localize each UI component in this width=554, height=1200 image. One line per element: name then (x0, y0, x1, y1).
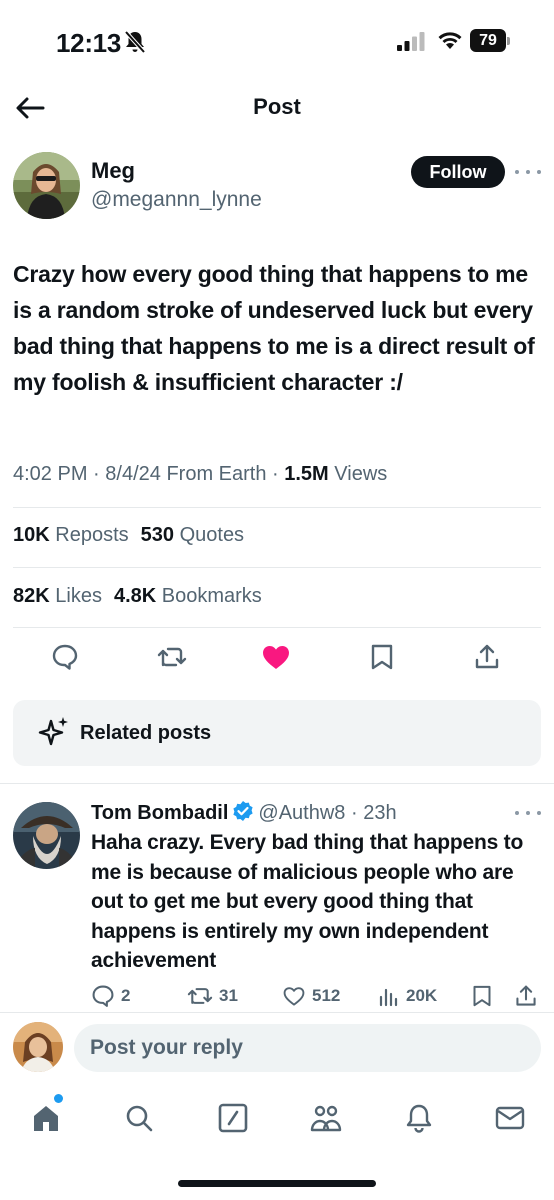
wifi-icon (438, 32, 462, 49)
bell-slash-icon (124, 30, 146, 54)
like-icon[interactable] (259, 640, 293, 674)
home-indicator (178, 1180, 376, 1187)
author-avatar[interactable] (13, 152, 80, 219)
tab-grok[interactable] (213, 1098, 253, 1138)
bookmark-icon[interactable] (365, 640, 399, 674)
battery-icon: 79 (470, 29, 510, 52)
reply-composer: Post your reply (0, 1012, 554, 1082)
reply-views-count: 20K (406, 986, 438, 1005)
like-bookmark-stats: 82K Likes 4.8K Bookmarks (13, 585, 262, 608)
reposts-label: Reposts (55, 524, 129, 546)
divider (13, 627, 541, 628)
bookmarks-stat[interactable]: 4.8K Bookmarks (114, 585, 262, 607)
tab-search[interactable] (119, 1098, 159, 1138)
reply-like-button[interactable]: 512 (282, 982, 340, 1010)
repost-icon (187, 988, 213, 1004)
likes-stat[interactable]: 82K Likes (13, 585, 102, 607)
messages-icon (495, 1106, 525, 1130)
post-text: Crazy how every good thing that happens … (13, 261, 535, 395)
grok-icon (218, 1103, 248, 1133)
search-icon (126, 1105, 153, 1132)
tab-messages[interactable] (490, 1098, 530, 1138)
reply-likes-count: 512 (312, 986, 341, 1005)
battery-level: 79 (470, 29, 506, 52)
reply-author-handle[interactable]: @Authw8 (258, 802, 345, 824)
views-icon (379, 988, 398, 1007)
repost-icon[interactable] (155, 640, 189, 674)
post-location: From Earth (166, 463, 267, 485)
my-avatar[interactable] (13, 1022, 63, 1072)
reply-time: 23h (363, 802, 397, 824)
bookmark-icon (473, 985, 491, 1007)
quotes-count: 530 (140, 524, 175, 546)
author-handle[interactable]: @megannn_lynne (91, 188, 262, 212)
divider (0, 783, 554, 784)
bookmarks-count: 4.8K (113, 585, 157, 607)
signal-icon (397, 32, 425, 51)
quotes-stat[interactable]: 530 Quotes (141, 524, 244, 546)
views-label: Views (334, 463, 388, 485)
more-options-icon[interactable] (515, 166, 541, 178)
reply-icon (92, 985, 114, 1007)
post-action-bar (0, 640, 554, 680)
post-meta: 4:02 PM · 8/4/24 From Earth · 1.5M Views (13, 463, 388, 485)
top-nav: Post (0, 80, 554, 136)
reply-repost-button[interactable]: 31 (187, 982, 238, 1010)
quotes-label: Quotes (179, 524, 245, 546)
notifications-icon (406, 1104, 432, 1133)
reposts-count: 10K (13, 524, 50, 546)
divider (13, 567, 541, 568)
reply-reposts-count: 31 (219, 986, 238, 1005)
likes-count: 82K (13, 585, 50, 607)
communities-icon (310, 1105, 342, 1132)
reply-bookmark-button[interactable] (472, 982, 498, 1010)
status-time: 12:13 (56, 28, 121, 58)
share-icon (516, 985, 536, 1006)
follow-button[interactable]: Follow (411, 156, 505, 188)
reposts-stat[interactable]: 10K Reposts (13, 524, 129, 546)
verified-badge-icon (233, 801, 254, 821)
status-bar: 12:13 79 (0, 0, 554, 80)
reply-input[interactable]: Post your reply (74, 1024, 541, 1072)
tab-communities[interactable] (306, 1098, 346, 1138)
related-posts-label: Related posts (80, 722, 212, 744)
like-icon (283, 987, 305, 1006)
reply-reply-button[interactable]: 2 (91, 982, 130, 1010)
post-time: 4:02 PM (13, 463, 88, 485)
reply-share-button[interactable] (514, 982, 544, 1010)
reply-author-name[interactable]: Tom Bombadil (91, 802, 228, 824)
home-icon (34, 1106, 58, 1131)
bookmarks-label: Bookmarks (161, 585, 262, 607)
reply-author-avatar[interactable] (13, 802, 80, 869)
reply-header: Tom Bombadil @Authw8 · 23h (91, 801, 397, 824)
views-count: 1.5M (284, 463, 329, 485)
reply-replies-count: 2 (121, 986, 131, 1005)
tab-home[interactable] (26, 1098, 66, 1138)
bottom-tab-bar (0, 1090, 554, 1150)
notification-dot (54, 1094, 63, 1103)
reply-more-options-icon[interactable] (515, 807, 541, 819)
battery-tip (507, 37, 510, 45)
reply-action-bar: 2 31 512 20K (0, 982, 554, 1012)
reply-text: Haha crazy. Every bad thing that happens… (91, 831, 524, 972)
likes-label: Likes (55, 585, 102, 607)
post-date: 8/4/24 (105, 463, 161, 485)
tab-notifications[interactable] (399, 1098, 439, 1138)
sparkle-icon (38, 717, 68, 746)
repost-quote-stats: 10K Reposts 530 Quotes (13, 524, 244, 547)
divider (13, 507, 541, 508)
reply-icon[interactable] (48, 640, 82, 674)
author-name[interactable]: Meg (91, 158, 135, 184)
related-posts-button[interactable]: Related posts (13, 700, 541, 766)
page-title: Post (253, 94, 301, 119)
share-icon[interactable] (470, 640, 504, 674)
reply-views-button[interactable]: 20K (378, 982, 437, 1010)
